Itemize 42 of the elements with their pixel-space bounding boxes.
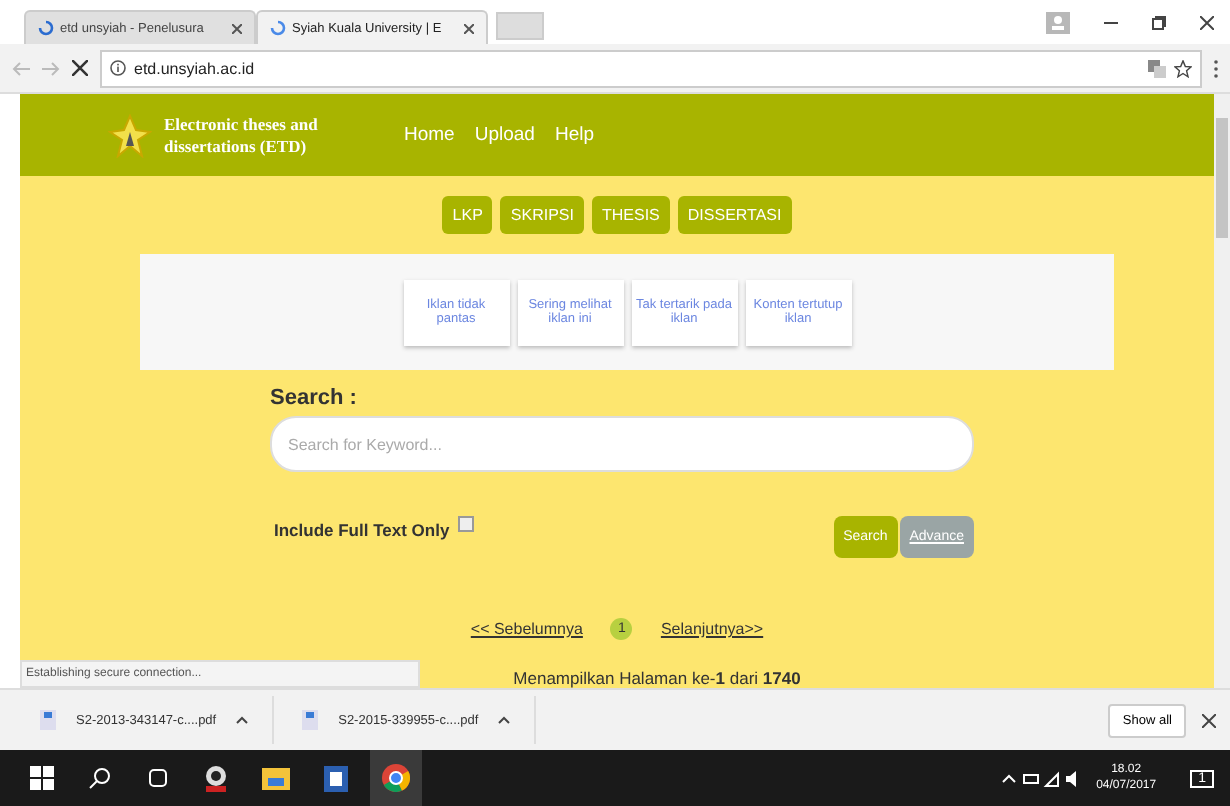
address-field[interactable]: etd.unsyiah.ac.id (100, 49, 1202, 87)
close-icon[interactable] (1200, 15, 1214, 29)
star-icon[interactable] (1174, 59, 1192, 77)
loading-icon (270, 20, 286, 36)
search-icon[interactable] (88, 766, 112, 790)
browser-app-icon (382, 764, 410, 792)
search-field[interactable]: Search for Keyword... (270, 416, 974, 472)
category-button[interactable]: LKP (442, 196, 493, 234)
document-app-icon[interactable] (324, 765, 348, 791)
info-icon (110, 60, 126, 76)
category-button[interactable]: SKRIPSI (500, 196, 584, 234)
full-text-checkbox[interactable] (457, 515, 474, 531)
caret-icon[interactable] (498, 716, 511, 724)
previous-link[interactable]: << Sebelumnya (470, 620, 583, 638)
nav-link[interactable]: Help (554, 124, 594, 146)
close-icon[interactable] (464, 23, 474, 33)
category-button[interactable]: DISSERTASI (677, 196, 792, 234)
url-text: etd.unsyiah.ac.id (134, 59, 255, 77)
file-icon (40, 710, 56, 730)
windows-start-icon[interactable] (30, 766, 54, 790)
file-icon (302, 710, 319, 730)
caret-icon[interactable] (236, 716, 249, 724)
browser-taskbar-button[interactable] (370, 750, 422, 806)
restore-icon[interactable] (1152, 15, 1166, 29)
next-link[interactable]: Selanjutnya>> (660, 620, 764, 638)
search-label: Search : (270, 386, 359, 410)
full-text-label: Include Full Text Only (274, 519, 450, 539)
close-icon[interactable] (1202, 713, 1216, 727)
webcam-app-icon[interactable] (204, 764, 228, 792)
folder-icon[interactable] (262, 766, 290, 790)
loading-icon (38, 20, 54, 36)
page-summary: Menampilkan Halaman ke-1 dari 1740 (513, 668, 801, 688)
stop-icon[interactable] (72, 60, 88, 76)
close-icon[interactable] (232, 23, 242, 33)
star-logo-icon (108, 113, 152, 157)
task-view-icon[interactable] (146, 766, 170, 790)
category-button[interactable]: THESIS (591, 196, 670, 234)
site-title: Electronic theses and dissertations (ETD) (164, 114, 320, 156)
minimize-icon[interactable] (1104, 21, 1118, 23)
nav-link[interactable]: Home (404, 124, 455, 146)
translate-icon[interactable] (1148, 59, 1166, 77)
nav-link[interactable]: Upload (474, 124, 535, 146)
